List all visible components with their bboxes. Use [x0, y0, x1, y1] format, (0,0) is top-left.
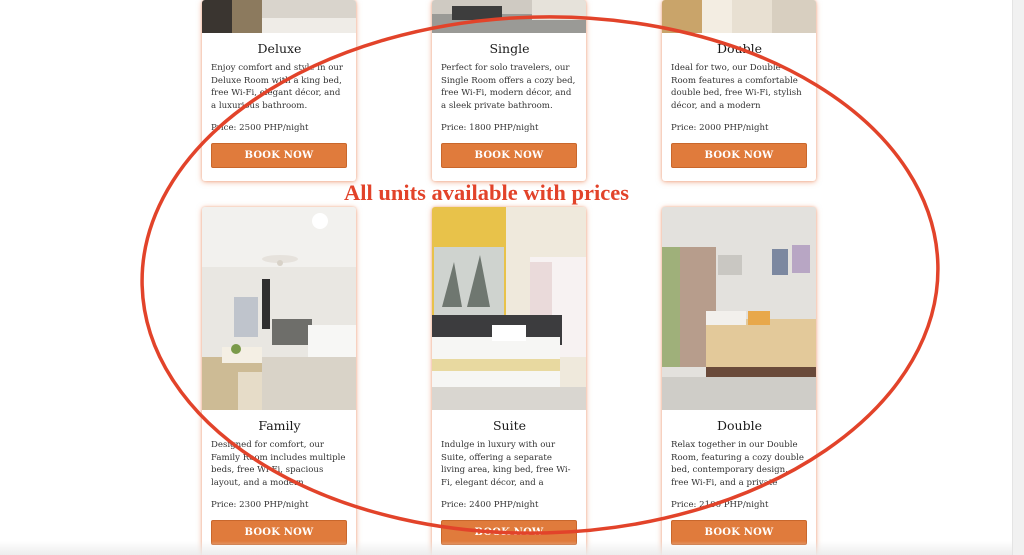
room-photo-single: [432, 0, 586, 33]
book-now-button[interactable]: BOOK NOW: [441, 143, 577, 168]
room-description: Relax together in our Double Room, featu…: [671, 440, 804, 489]
room-price: Price: 2100 PHP/night: [671, 500, 769, 510]
room-photo-deluxe: [202, 0, 356, 33]
room-description: Ideal for two, our Double Room features …: [671, 63, 802, 112]
room-photo-double: [662, 0, 816, 33]
room-photo-double-2: [662, 207, 816, 410]
room-photo-family: [202, 207, 356, 410]
room-title: Single: [489, 41, 530, 56]
room-description: Designed for comfort, our Family Room in…: [211, 440, 346, 489]
room-description: Indulge in luxury with our Suite, offeri…: [441, 440, 571, 489]
room-card-family: Family Designed for comfort, our Family …: [202, 207, 356, 555]
room-card-double-2: Double Relax together in our Double Room…: [662, 207, 816, 555]
room-card-single: Single Perfect for solo travelers, our S…: [432, 0, 586, 181]
room-title: Double: [717, 418, 762, 433]
room-title: Deluxe: [257, 41, 302, 56]
room-title: Suite: [492, 418, 527, 433]
annotation-text: All units available with prices: [344, 180, 630, 205]
room-title: Family: [258, 418, 301, 433]
book-now-button[interactable]: BOOK NOW: [671, 143, 807, 168]
room-card-suite: Suite Indulge in luxury with our Suite, …: [432, 207, 586, 555]
book-now-button[interactable]: BOOK NOW: [211, 143, 347, 168]
room-description: Perfect for solo travelers, our Single R…: [441, 63, 576, 112]
room-price: Price: 2000 PHP/night: [671, 123, 769, 133]
page-scrollbar[interactable]: [1012, 0, 1024, 555]
room-price: Price: 2500 PHP/night: [211, 123, 309, 133]
page-bottom-fade: [0, 541, 1012, 555]
room-photo-suite: [432, 207, 586, 410]
room-card-double: Double Ideal for two, our Double Room fe…: [662, 0, 816, 181]
room-card-deluxe: Deluxe Enjoy comfort and style in our De…: [202, 0, 356, 181]
room-description: Enjoy comfort and style in our Deluxe Ro…: [211, 63, 344, 112]
room-price: Price: 2400 PHP/night: [441, 500, 539, 510]
room-price: Price: 2300 PHP/night: [211, 500, 309, 510]
room-price: Price: 1800 PHP/night: [441, 123, 539, 133]
room-title: Double: [717, 41, 762, 56]
